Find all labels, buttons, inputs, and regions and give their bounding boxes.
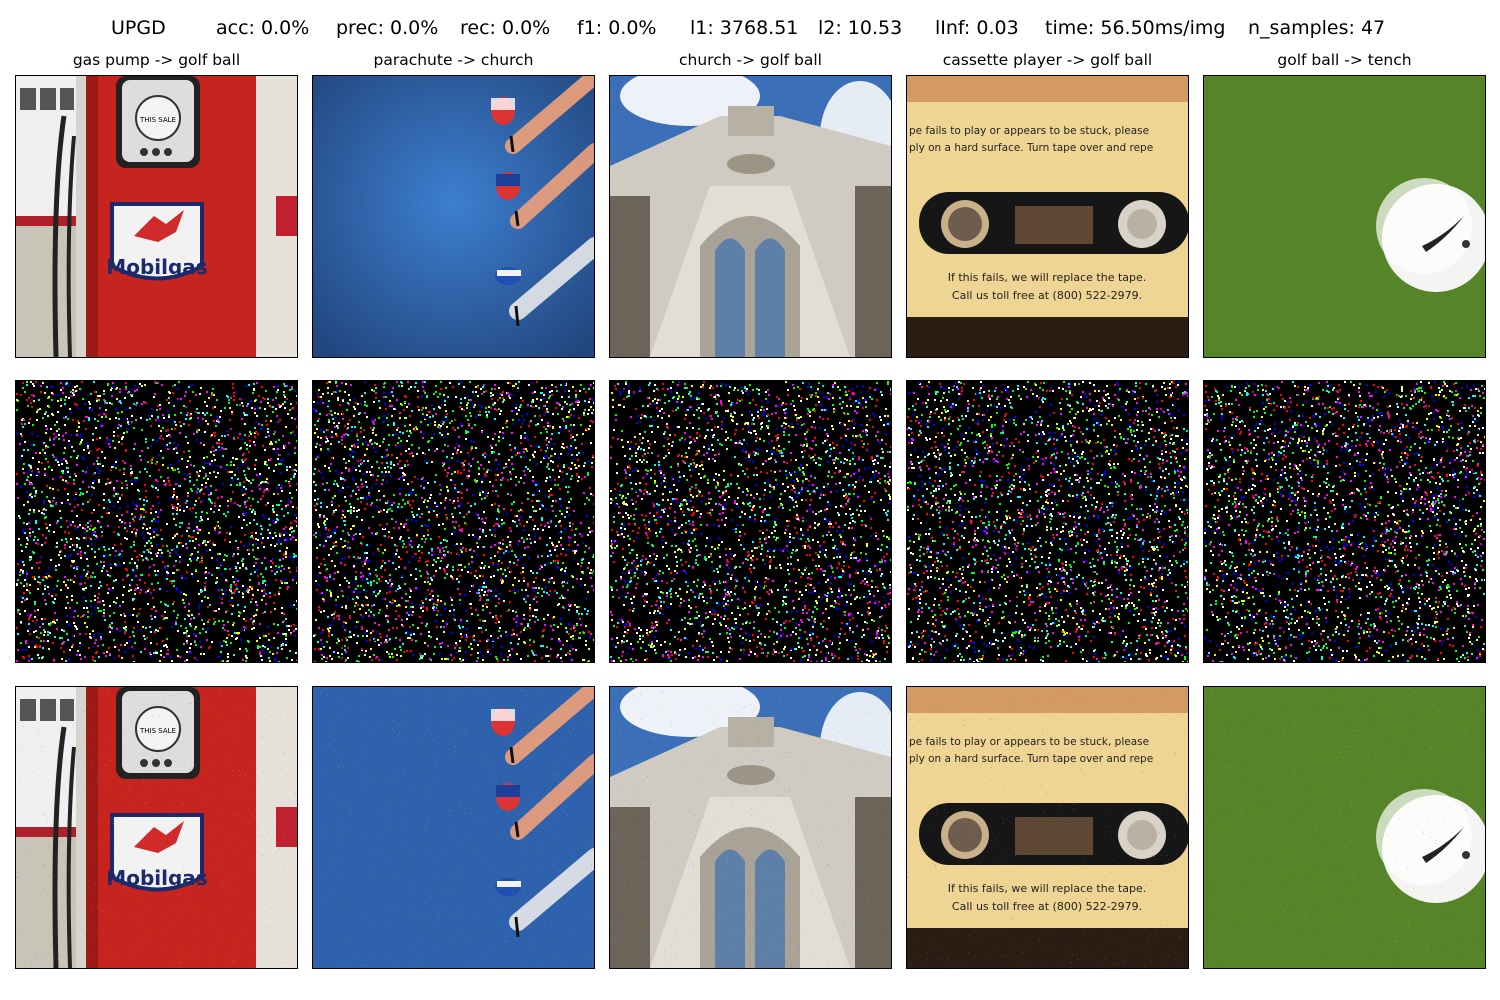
linf-metric: lInf: 0.03 [935, 17, 1019, 39]
metrics-header: UPGD acc: 0.0% prec: 0.0% rec: 0.0% f1: … [0, 14, 1500, 44]
meter-text: THIS SALE [139, 727, 176, 735]
column-title: golf ball -> tench [1277, 51, 1412, 69]
cassette-text-line: Call us toll free at (800) 522-2979. [952, 289, 1142, 302]
cassette-text-line: ply on a hard surface. Turn tape over an… [909, 753, 1153, 765]
f1-metric: f1: 0.0% [577, 17, 657, 39]
method-label: UPGD [111, 17, 166, 39]
column-title: church -> golf ball [679, 51, 822, 69]
original-cassette-image: pe fails to play or appears to be stuck,… [906, 75, 1189, 358]
l1-metric: l1: 3768.51 [690, 17, 799, 39]
perturbation-cassette-image [906, 380, 1189, 663]
perturbation-church-image [609, 380, 892, 663]
cassette-text-line: pe fails to play or appears to be stuck,… [909, 125, 1149, 137]
accuracy-metric: acc: 0.0% [216, 17, 310, 39]
adversarial-church-image [609, 686, 892, 969]
cassette-text-line: If this fails, we will replace the tape. [948, 882, 1147, 895]
adversarial-cassette-image: pe fails to play or appears to be stuck,… [906, 686, 1189, 969]
meter-text: THIS SALE [139, 116, 176, 124]
original-church-image [609, 75, 892, 358]
adversarial-gas-pump-image: THIS SALE Mobilgas [15, 686, 298, 969]
cassette-text-line: ply on a hard surface. Turn tape over an… [909, 142, 1153, 154]
original-golf-ball-image [1203, 75, 1486, 358]
precision-metric: prec: 0.0% [336, 17, 439, 39]
mobilgas-sign-text: Mobilgas [106, 866, 207, 890]
original-gas-pump-image: THIS SALE Mobilgas [15, 75, 298, 358]
perturbation-parachute-image [312, 380, 595, 663]
l2-metric: l2: 10.53 [818, 17, 903, 39]
perturbation-golf-ball-image [1203, 380, 1486, 663]
column-title: cassette player -> golf ball [942, 51, 1153, 69]
adversarial-parachute-image [312, 686, 595, 969]
samples-metric: n_samples: 47 [1248, 17, 1386, 39]
time-metric: time: 56.50ms/img [1045, 17, 1226, 39]
adversarial-golf-ball-image [1203, 686, 1486, 969]
cassette-text-line: If this fails, we will replace the tape. [948, 271, 1147, 284]
column-title: parachute -> church [373, 51, 534, 69]
recall-metric: rec: 0.0% [460, 17, 551, 39]
perturbation-gas-pump-image [15, 380, 298, 663]
original-parachute-image [312, 75, 595, 358]
column-title: gas pump -> golf ball [72, 51, 241, 69]
cassette-text-line: Call us toll free at (800) 522-2979. [952, 900, 1142, 913]
mobilgas-sign-text: Mobilgas [106, 255, 207, 279]
